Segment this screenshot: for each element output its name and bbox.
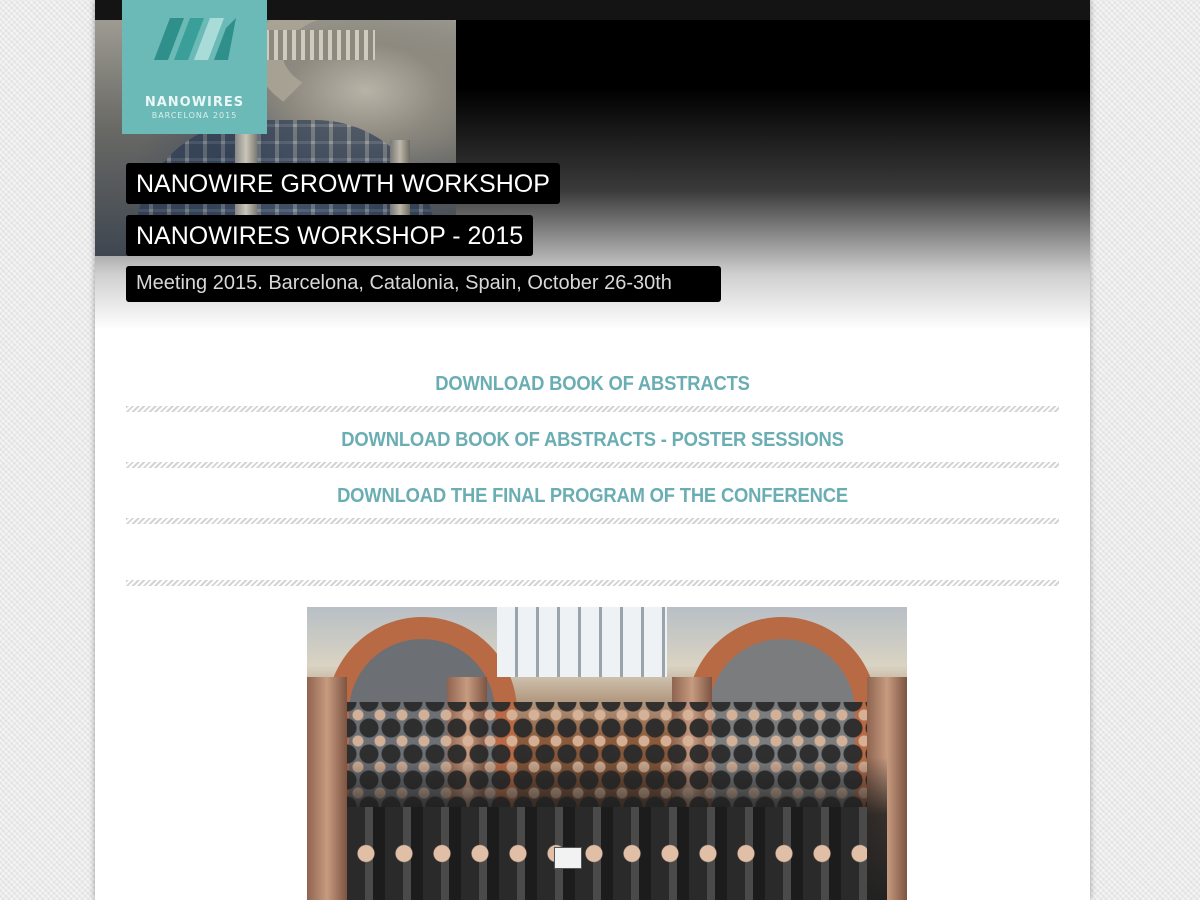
logo-name: NANOWIRES bbox=[144, 95, 245, 110]
divider bbox=[126, 462, 1059, 468]
balcony bbox=[265, 30, 375, 60]
meeting-tagline: Meeting 2015. Barcelona, Catalonia, Spai… bbox=[126, 266, 721, 302]
logo-mark-icon bbox=[154, 18, 236, 60]
site-subtitle: NANOWIRES WORKSHOP - 2015 bbox=[126, 215, 534, 256]
logo-subtitle: BARCELONA 2015 bbox=[151, 111, 238, 120]
front-row bbox=[347, 807, 867, 900]
page-container: NANOWIRES BARCELONA 2015 NANOWIRE GROWTH… bbox=[95, 0, 1090, 900]
download-poster-abstracts-link[interactable]: DOWNLOAD BOOK OF ABSTRACTS - POSTER SESS… bbox=[163, 429, 1021, 452]
site-logo[interactable]: NANOWIRES BARCELONA 2015 bbox=[122, 0, 267, 134]
sign bbox=[554, 847, 582, 869]
download-abstracts-link[interactable]: DOWNLOAD BOOK OF ABSTRACTS bbox=[163, 373, 1021, 396]
divider bbox=[126, 406, 1059, 412]
group-photo bbox=[307, 607, 907, 900]
pillar bbox=[307, 677, 347, 900]
divider bbox=[126, 518, 1059, 524]
site-title: NANOWIRE GROWTH WORKSHOP bbox=[126, 163, 560, 204]
skylight bbox=[497, 607, 667, 677]
divider bbox=[126, 580, 1059, 586]
download-final-program-link[interactable]: DOWNLOAD THE FINAL PROGRAM OF THE CONFER… bbox=[163, 485, 1021, 508]
